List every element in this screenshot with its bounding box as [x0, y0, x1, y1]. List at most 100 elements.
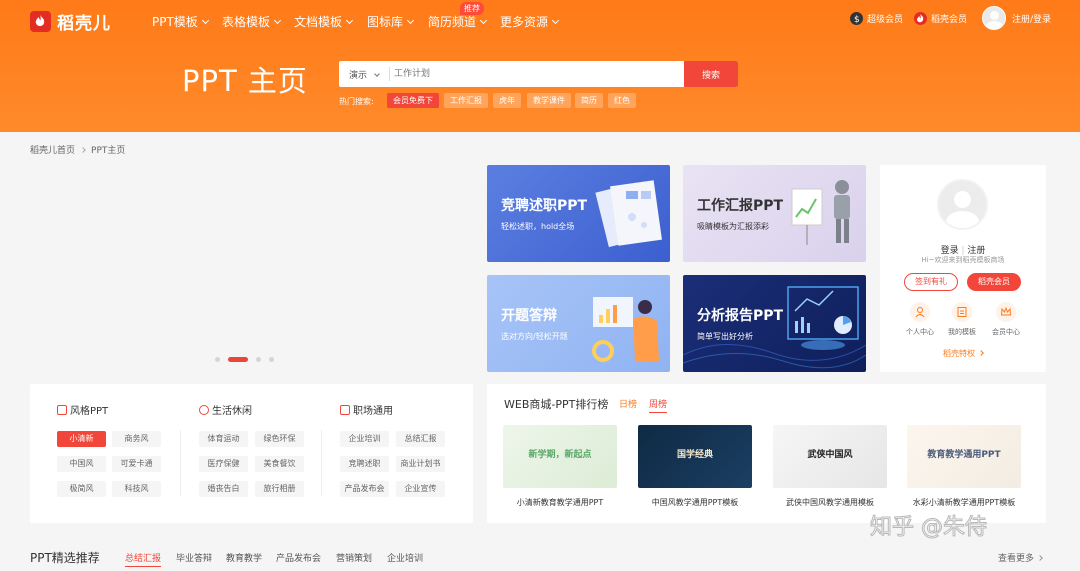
divider — [180, 430, 181, 496]
category-tag[interactable]: 绿色环保 — [255, 431, 304, 447]
category-tag[interactable]: 商业计划书 — [396, 456, 445, 472]
banner-subtitle: 轻松述职，hold全场 — [501, 222, 575, 231]
category-tag[interactable]: 婚丧告白 — [199, 481, 248, 497]
template-thumbnail[interactable]: 国学经典 — [638, 425, 752, 488]
vip-button[interactable]: 稻壳会员 — [967, 273, 1021, 291]
tab-graduation[interactable]: 毕业答辩 — [176, 551, 212, 564]
banner-competition[interactable]: 竞聘述职PPT 轻松述职，hold全场 — [487, 165, 670, 262]
template-caption[interactable]: 小清新教育教学通用PPT — [495, 497, 625, 508]
hot-tag[interactable]: 简历 — [575, 93, 603, 108]
watermark-graphic: 知乎 @朱侍 — [870, 515, 988, 541]
divider — [321, 430, 322, 496]
nav-doc-templates[interactable]: 文档模板 — [294, 13, 354, 30]
banner-analysis-report[interactable]: 分析报告PPT 简单写出好分析 — [683, 275, 866, 372]
presenter-illustration — [592, 297, 659, 362]
watermark: 知乎 @朱侍 — [868, 508, 1048, 544]
top-nav: 稻壳儿 PPT模板 表格模板 文档模板 图标库 简历频道 推荐 更多资源 $ 超… — [0, 0, 1080, 40]
hot-tag[interactable]: 虎年 — [493, 93, 521, 108]
category-tag[interactable]: 商务风 — [112, 431, 161, 447]
category-tag[interactable]: 美食餐饮 — [255, 456, 304, 472]
category-tag[interactable]: 企业宣传 — [396, 481, 445, 497]
template-caption[interactable]: 中国风教学通用PPT模板 — [630, 497, 760, 508]
slides-icon — [57, 404, 67, 415]
nav-icon-library[interactable]: 图标库 — [367, 13, 415, 30]
nav-ppt-templates[interactable]: PPT模板 — [152, 13, 209, 30]
template-caption[interactable]: 武侠中国风教学通用模板 — [765, 497, 895, 508]
category-tag[interactable]: 企业培训 — [340, 431, 389, 447]
nav-more-resources[interactable]: 更多资源 — [500, 13, 560, 30]
hot-search-label: 热门搜索: — [339, 97, 374, 106]
breadcrumb-home[interactable]: 稻壳儿首页 — [30, 146, 75, 156]
login-register-link[interactable]: 注册/登录 — [1012, 12, 1051, 25]
nav-resume[interactable]: 简历频道 — [428, 13, 488, 30]
carousel-dot[interactable] — [269, 357, 274, 362]
data-dashboard-illustration — [683, 286, 866, 369]
tab-marketing[interactable]: 营销策划 — [336, 551, 372, 564]
category-tag[interactable]: 竞聘述职 — [340, 456, 389, 472]
category-workplace[interactable]: 职场通用 — [340, 402, 393, 417]
category-tag[interactable]: 可爱卡通 — [112, 456, 161, 472]
chevron-down-icon — [551, 16, 560, 25]
user-avatar[interactable] — [982, 6, 1006, 30]
logo[interactable]: 稻壳儿 — [30, 9, 111, 34]
banner-work-report[interactable]: 工作汇报PPT 吸睛模板为汇报添彩 — [683, 165, 866, 262]
dollar-icon: $ — [850, 12, 863, 25]
category-leisure[interactable]: 生活休闲 — [199, 402, 252, 417]
category-style-ppt[interactable]: 风格PPT — [57, 402, 108, 417]
carousel-dot-active[interactable] — [228, 357, 248, 362]
category-tag[interactable]: 体育运动 — [199, 431, 248, 447]
template-thumbnail[interactable]: 教育教学通用PPT — [907, 425, 1021, 488]
privilege-link[interactable]: 稻壳特权 — [880, 348, 1046, 359]
breadcrumb-current: PPT主页 — [91, 146, 126, 156]
carousel-dot[interactable] — [256, 357, 261, 362]
hot-tag[interactable]: 教学课件 — [527, 93, 571, 108]
hot-tag[interactable]: 红色 — [608, 93, 636, 108]
template-thumbnail[interactable]: 武侠中国风 — [773, 425, 887, 488]
svg-text:知乎 @朱侍: 知乎 @朱侍 — [870, 515, 987, 540]
nav-excel-templates[interactable]: 表格模板 — [222, 13, 282, 30]
camera-icon — [199, 404, 209, 415]
carousel-dot[interactable] — [215, 357, 220, 362]
link-member-center[interactable]: 会员中心 — [986, 327, 1026, 337]
category-tag[interactable]: 旅行相册 — [255, 481, 304, 497]
privilege-label: 稻壳特权 — [943, 349, 975, 358]
person-icon[interactable] — [910, 302, 930, 322]
tab-daily[interactable]: 日榜 — [619, 397, 637, 410]
category-tag[interactable]: 医疗保健 — [199, 456, 248, 472]
carousel-indicator — [215, 357, 282, 362]
category-tag[interactable]: 产品发布会 — [340, 481, 389, 497]
hot-tag[interactable]: 会员免费下 — [387, 93, 439, 108]
super-vip-link[interactable]: $ 超级会员 — [850, 12, 903, 25]
tab-weekly[interactable]: 周榜 — [649, 397, 668, 413]
view-more-link[interactable]: 查看更多 — [998, 551, 1043, 564]
tab-product-launch[interactable]: 产品发布会 — [276, 551, 321, 564]
nav-label: 简历频道 — [428, 15, 477, 29]
nav-label: 表格模板 — [222, 15, 271, 29]
chevron-down-icon — [201, 16, 209, 25]
category-tag[interactable]: 小清新 — [57, 431, 106, 447]
banner-thesis-defense[interactable]: 开题答辩 选对方向/轻松开题 — [487, 275, 670, 372]
category-tag[interactable]: 中国风 — [57, 456, 106, 472]
chevron-down-icon — [406, 16, 415, 25]
template-caption[interactable]: 水彩小清新教学通用PPT模板 — [899, 497, 1029, 508]
template-thumbnail[interactable]: 新学期，新起点 — [503, 425, 617, 488]
category-tag[interactable]: 总结汇报 — [396, 431, 445, 447]
chevron-right-icon — [1037, 555, 1043, 561]
daoke-vip-link[interactable]: 稻壳会员 — [914, 12, 967, 25]
tab-training[interactable]: 企业培训 — [387, 551, 423, 564]
tab-education[interactable]: 教育教学 — [226, 551, 262, 564]
link-my-templates[interactable]: 我的模板 — [942, 327, 982, 337]
search-input[interactable] — [394, 64, 679, 84]
view-more-label: 查看更多 — [998, 554, 1035, 564]
user-avatar[interactable] — [937, 179, 988, 230]
crown-icon[interactable] — [996, 302, 1016, 322]
checkin-button[interactable]: 签到有礼 — [904, 273, 958, 291]
hot-tag[interactable]: 工作汇报 — [444, 93, 488, 108]
category-tag[interactable]: 极简风 — [57, 481, 106, 497]
category-tag[interactable]: 科技风 — [112, 481, 161, 497]
tab-summary-report[interactable]: 总结汇报 — [125, 551, 162, 567]
template-icon[interactable] — [952, 302, 972, 322]
link-personal-center[interactable]: 个人中心 — [900, 327, 940, 337]
search-type-select[interactable]: 演示 — [349, 68, 380, 81]
search-button[interactable]: 搜索 — [684, 61, 738, 87]
